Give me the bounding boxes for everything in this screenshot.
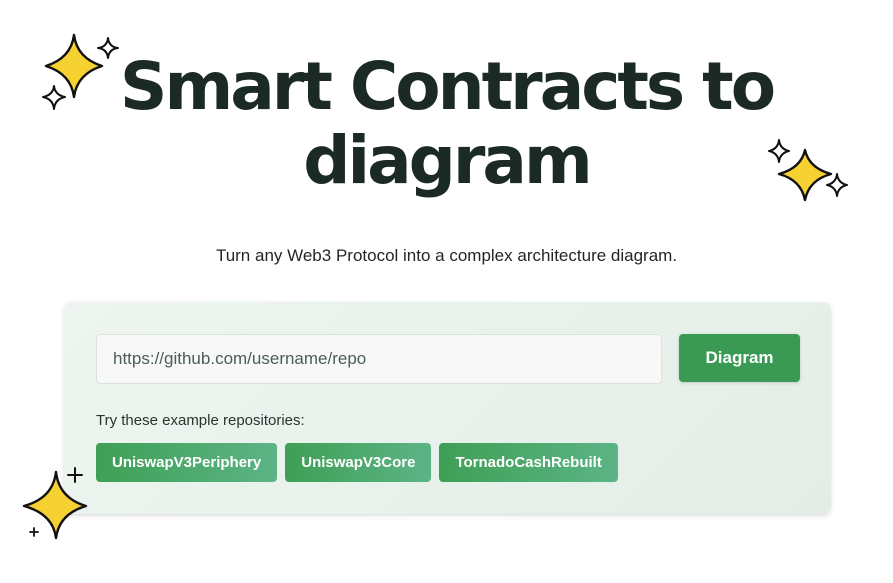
plus-icon bbox=[67, 467, 83, 483]
repo-form-card: Diagram Try these example repositories: … bbox=[64, 302, 831, 514]
page-subtitle: Turn any Web3 Protocol into a complex ar… bbox=[215, 246, 678, 265]
sparkle-icon bbox=[42, 33, 119, 110]
page-title: Smart Contracts to diagram bbox=[0, 50, 893, 198]
example-repo-button[interactable]: UniswapV3Core bbox=[285, 443, 432, 482]
example-repo-button[interactable]: TornadoCashRebuilt bbox=[439, 443, 618, 482]
sparkle-icon bbox=[768, 139, 848, 202]
diagram-button[interactable]: Diagram bbox=[679, 334, 800, 382]
repo-url-input[interactable] bbox=[96, 334, 662, 384]
example-repos-list: UniswapV3Periphery UniswapV3Core Tornado… bbox=[96, 443, 618, 482]
sparkle-icon bbox=[22, 467, 88, 540]
examples-label: Try these example repositories: bbox=[96, 412, 305, 429]
page-title-line-1: Smart Contracts to bbox=[119, 48, 776, 125]
example-repo-button[interactable]: UniswapV3Periphery bbox=[96, 443, 278, 482]
page-title-line-2: diagram bbox=[303, 122, 593, 199]
